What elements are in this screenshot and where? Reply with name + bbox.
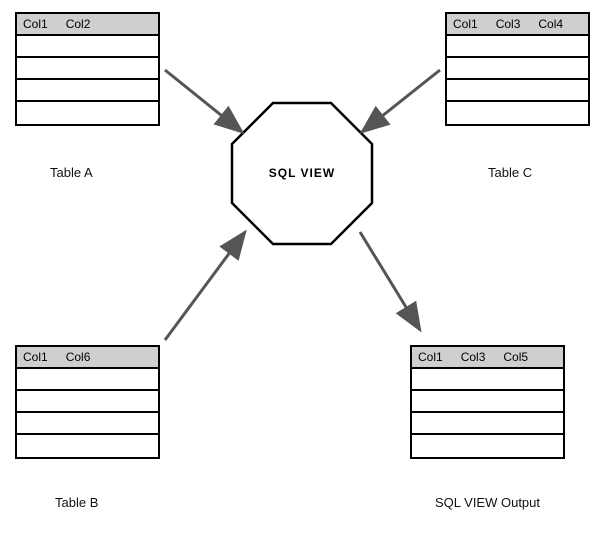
sql-view-label: SQL VIEW xyxy=(232,166,372,180)
diagram-canvas: Col1 Col2 Table A Col1 Col3 Col4 Table C… xyxy=(0,0,605,533)
arrow-c-to-view xyxy=(362,70,440,132)
arrow-a-to-view xyxy=(165,70,242,132)
arrow-b-to-view xyxy=(165,232,245,340)
arrow-view-to-output xyxy=(360,232,420,330)
diagram-svg xyxy=(0,0,605,533)
